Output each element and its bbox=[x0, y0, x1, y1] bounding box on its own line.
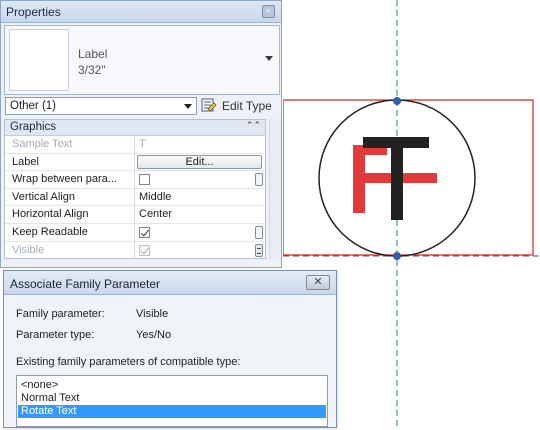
property-name: Visible bbox=[5, 241, 135, 258]
dropdown-arrow-icon[interactable] bbox=[265, 56, 273, 61]
dialog-titlebar[interactable]: Associate Family Parameter ✕ bbox=[4, 271, 336, 295]
type-family-name: Label bbox=[78, 47, 108, 61]
black-glyph-stem bbox=[391, 137, 403, 220]
edit-type-label: Edit Type bbox=[222, 99, 272, 113]
type-size-name: 3/32" bbox=[78, 63, 106, 77]
properties-palette: Properties × Label 3/32" Other (1) Edit … bbox=[0, 0, 282, 268]
grip-top[interactable] bbox=[393, 97, 401, 105]
list-item[interactable]: <none> bbox=[18, 379, 326, 392]
associate-parameter-icon[interactable] bbox=[255, 173, 263, 187]
associate-parameter-icon[interactable] bbox=[255, 226, 263, 239]
property-name: Horizontal Align bbox=[5, 206, 135, 223]
property-value: T bbox=[139, 138, 146, 150]
instance-filter-value: Other (1) bbox=[10, 100, 57, 112]
instance-filter-select[interactable]: Other (1) bbox=[5, 97, 197, 115]
type-preview-thumbnail bbox=[9, 29, 69, 91]
associate-family-parameter-dialog: Associate Family Parameter ✕ Family para… bbox=[3, 270, 337, 428]
property-name: Label bbox=[5, 153, 135, 171]
parameter-type-value: Yes/No bbox=[136, 329, 172, 341]
property-row-horizontal-align[interactable]: Horizontal Align Center bbox=[5, 206, 265, 224]
property-value[interactable]: Middle bbox=[136, 189, 265, 206]
property-value bbox=[136, 224, 265, 241]
property-value[interactable]: Center bbox=[136, 206, 265, 223]
checkbox-icon[interactable] bbox=[139, 174, 150, 186]
property-row-visible: Visible bbox=[5, 241, 265, 258]
property-row-wrap: Wrap between para... bbox=[5, 171, 265, 189]
property-name: Vertical Align bbox=[5, 188, 135, 206]
property-value bbox=[136, 171, 265, 188]
properties-titlebar[interactable]: Properties × bbox=[1, 1, 281, 23]
properties-grid: Graphics ⌃⌃ Sample Text T Label Edit... … bbox=[4, 119, 266, 259]
type-selector[interactable]: Label 3/32" bbox=[4, 25, 280, 95]
edit-type-icon bbox=[201, 98, 217, 112]
property-name: Keep Readable bbox=[5, 224, 135, 241]
close-icon[interactable]: ✕ bbox=[306, 275, 330, 290]
dialog-title: Associate Family Parameter bbox=[10, 277, 161, 291]
checkbox-icon[interactable] bbox=[139, 227, 150, 238]
property-value bbox=[136, 242, 265, 258]
close-icon[interactable]: × bbox=[262, 5, 275, 18]
parameter-type-label: Parameter type: bbox=[16, 329, 95, 341]
property-row-keep-readable: Keep Readable bbox=[5, 224, 265, 242]
grip-bottom[interactable] bbox=[393, 252, 401, 260]
property-row-vertical-align[interactable]: Vertical Align Middle bbox=[5, 188, 265, 207]
compatible-parameters-caption: Existing family parameters of compatible… bbox=[16, 356, 241, 368]
property-value: Edit... bbox=[136, 154, 265, 171]
properties-scrollbar[interactable] bbox=[269, 119, 281, 259]
checkbox-icon bbox=[139, 244, 150, 256]
family-parameter-value: Visible bbox=[136, 308, 169, 320]
list-item[interactable]: Normal Text bbox=[18, 392, 326, 405]
compatible-parameters-list[interactable]: <none> Normal Text Rotate Text bbox=[16, 375, 328, 427]
label-edit-button[interactable]: Edit... bbox=[137, 154, 262, 169]
group-label: Graphics bbox=[10, 121, 57, 133]
properties-title: Properties bbox=[6, 5, 61, 19]
property-name: Wrap between para... bbox=[5, 171, 135, 188]
dropdown-arrow-icon[interactable] bbox=[184, 104, 192, 109]
property-row-sample-text: Sample Text T bbox=[5, 136, 265, 154]
group-header-graphics[interactable]: Graphics ⌃⌃ bbox=[5, 120, 265, 136]
property-row-label: Label Edit... bbox=[5, 153, 265, 172]
list-item-selected[interactable]: Rotate Text bbox=[18, 405, 326, 418]
collapse-icon[interactable]: ⌃⌃ bbox=[246, 120, 261, 131]
property-name: Sample Text bbox=[5, 136, 135, 153]
edit-type-button[interactable]: Edit Type bbox=[201, 96, 279, 116]
family-parameter-label: Family parameter: bbox=[16, 308, 105, 320]
associate-parameter-icon[interactable] bbox=[255, 243, 263, 257]
